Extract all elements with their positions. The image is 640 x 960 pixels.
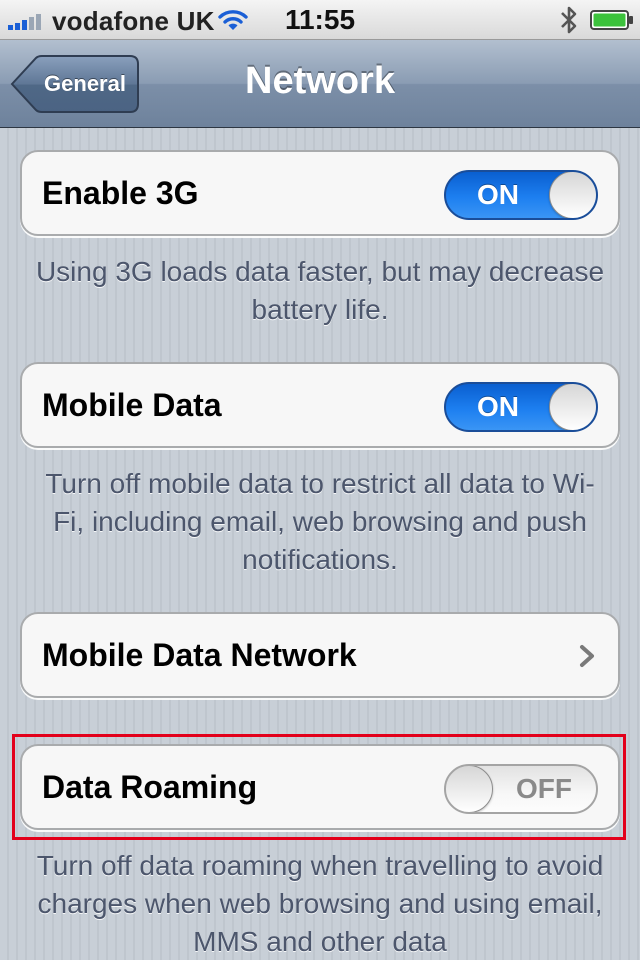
back-button-label: General	[44, 71, 126, 96]
mobile-data-network-cell[interactable]: Mobile Data Network	[20, 612, 620, 698]
status-bar: vodafone UK 11:55	[0, 0, 640, 40]
data-roaming-label: Data Roaming	[42, 769, 258, 805]
enable-3g-cell: Enable 3G ON	[20, 150, 620, 236]
data-roaming-toggle-state: OFF	[516, 773, 572, 804]
toggle-knob	[549, 172, 596, 218]
enable-3g-footer: Using 3G loads data faster, but may decr…	[35, 256, 605, 325]
battery-icon	[590, 10, 633, 30]
navigation-bar: General Network	[0, 40, 640, 128]
bluetooth-icon	[561, 6, 577, 34]
back-button-general[interactable]: General	[10, 55, 140, 113]
chevron-right-icon	[580, 645, 594, 667]
mobile-data-network-label: Mobile Data Network	[42, 637, 357, 673]
enable-3g-toggle-state: ON	[477, 179, 519, 210]
data-roaming-footer: Turn off data roaming when travelling to…	[36, 850, 604, 957]
enable-3g-label: Enable 3G	[42, 175, 199, 211]
toggle-knob	[446, 766, 493, 812]
status-time: 11:55	[284, 4, 356, 35]
mobile-data-toggle[interactable]: ON	[444, 382, 598, 432]
data-roaming-toggle[interactable]: OFF	[444, 764, 598, 814]
mobile-data-cell: Mobile Data ON	[20, 362, 620, 448]
mobile-data-toggle-state: ON	[477, 391, 519, 422]
data-roaming-cell: Data Roaming OFF	[20, 744, 620, 830]
mobile-data-label: Mobile Data	[42, 387, 222, 423]
enable-3g-toggle[interactable]: ON	[444, 170, 598, 220]
toggle-knob	[549, 384, 596, 430]
mobile-data-footer: Turn off mobile data to restrict all dat…	[45, 468, 595, 575]
